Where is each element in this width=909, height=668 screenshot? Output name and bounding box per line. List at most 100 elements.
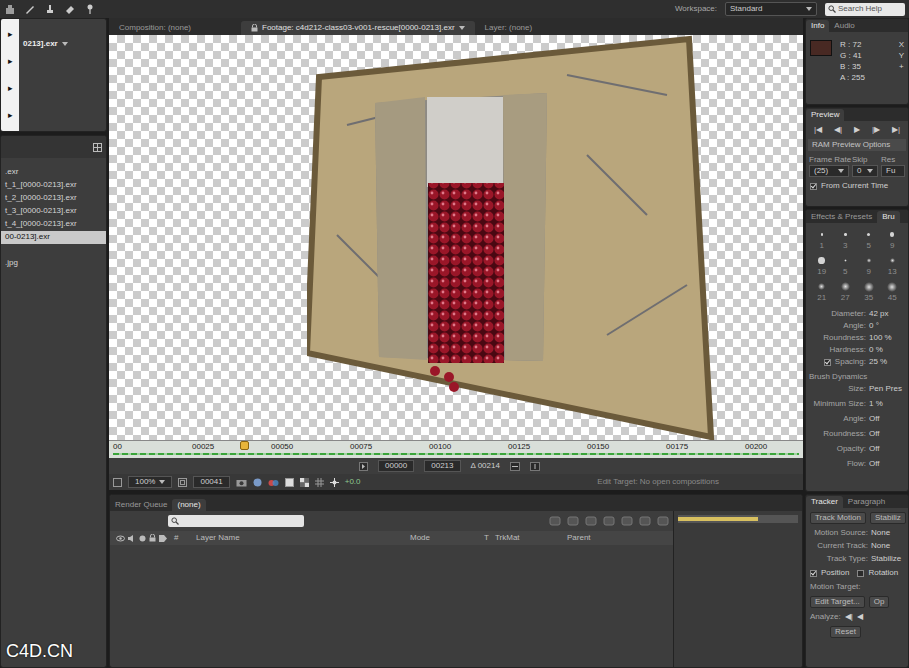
panel-tab[interactable]: Bru <box>877 211 899 223</box>
workspace-dropdown[interactable]: Standard <box>725 2 817 16</box>
analyze-button[interactable]: ◀| <box>845 612 853 622</box>
label-icon[interactable] <box>159 535 167 542</box>
project-item[interactable]: .exr <box>1 166 106 179</box>
project-item[interactable]: 00-0213].exr <box>1 231 106 244</box>
panel-tab[interactable]: (none) <box>172 499 205 511</box>
tracker-option[interactable]: Rotation <box>857 568 898 578</box>
shy-icon[interactable] <box>585 516 597 526</box>
tracker-field-value[interactable]: Stabilize <box>871 554 906 564</box>
project-item[interactable]: t_2_[0000-0213].exr <box>1 192 106 205</box>
eye-icon[interactable] <box>116 535 125 542</box>
brush-tip[interactable]: 9 <box>881 229 905 251</box>
search-help-field[interactable] <box>825 3 905 16</box>
project-item[interactable]: t_3_[0000-0213].exr <box>1 205 106 218</box>
overlay-icon[interactable] <box>530 462 540 471</box>
analyze-button[interactable]: ◀ <box>857 612 863 622</box>
grid-icon[interactable] <box>315 478 324 487</box>
column-header[interactable]: TrkMat <box>495 533 567 543</box>
ripple-icon[interactable] <box>510 462 520 471</box>
panel-grid-icon[interactable] <box>93 143 102 152</box>
graph-editor-icon[interactable] <box>657 516 669 526</box>
menu-arrow[interactable]: ▸ <box>8 110 13 121</box>
always-preview-icon[interactable] <box>113 478 122 487</box>
exposure-value[interactable]: +0.0 <box>345 477 361 487</box>
menu-arrow[interactable]: ▸ <box>8 56 13 67</box>
column-header[interactable]: Parent <box>567 533 627 543</box>
ram-preview-options[interactable]: RAM Preview Options <box>808 139 906 151</box>
transport-button[interactable]: |◀ <box>814 125 822 135</box>
transport-button[interactable]: |▶ <box>872 125 880 135</box>
frame-blend-icon[interactable] <box>603 516 615 526</box>
property-value[interactable]: 0 ° <box>869 321 906 331</box>
transparency-grid-icon[interactable] <box>300 478 309 487</box>
column-header[interactable]: # <box>174 533 196 543</box>
checkbox[interactable] <box>824 359 831 366</box>
project-item[interactable]: t_1_[0000-0213].exr <box>1 179 106 192</box>
panel-tab[interactable]: Preview <box>806 109 844 121</box>
brush-tip[interactable]: 5 <box>857 229 881 251</box>
field-dropdown[interactable]: Fu <box>881 165 905 177</box>
viewer-tab[interactable]: Layer: (none) <box>475 21 803 35</box>
field-dropdown[interactable]: (25) <box>809 165 849 177</box>
layer-search-field[interactable] <box>168 515 304 527</box>
transport-button[interactable]: ▶| <box>892 125 900 135</box>
column-header[interactable]: T <box>484 533 495 543</box>
panel-tab[interactable]: Paragraph <box>843 496 890 508</box>
solo-icon[interactable] <box>139 535 146 542</box>
pin-tool-icon[interactable] <box>84 3 96 15</box>
project-item[interactable]: t_4_[0000-0213].exr <box>1 218 106 231</box>
dropdown-caret-icon[interactable] <box>159 480 165 484</box>
region-icon[interactable] <box>285 478 294 487</box>
dynamic-value[interactable]: Off <box>869 429 906 439</box>
work-area-range[interactable] <box>678 517 758 521</box>
options-button[interactable]: Op <box>869 596 890 608</box>
brush-tip[interactable]: 45 <box>881 281 905 303</box>
brush-tip[interactable]: 13 <box>881 255 905 277</box>
lock-icon[interactable] <box>149 534 156 542</box>
property-value[interactable]: 25 % <box>869 357 906 367</box>
transport-button[interactable]: ▶ <box>854 125 860 135</box>
checkbox[interactable] <box>857 570 864 577</box>
current-frame[interactable]: 00041 <box>193 476 229 488</box>
work-area-bar[interactable] <box>678 515 798 523</box>
brush-tool-icon[interactable] <box>24 3 36 15</box>
exposure-icon[interactable] <box>330 478 339 487</box>
tracker-field-value[interactable]: None <box>871 541 906 551</box>
speaker-icon[interactable] <box>128 535 136 542</box>
panel-tab[interactable]: Audio <box>829 20 859 32</box>
stamp-tool-icon[interactable] <box>44 3 56 15</box>
dynamic-value[interactable]: Off <box>869 414 906 424</box>
tracker-button[interactable]: Track Motion <box>810 512 866 524</box>
in-point[interactable]: 00000 <box>378 460 414 472</box>
footage-viewer[interactable] <box>109 35 803 440</box>
brush-tip[interactable]: 19 <box>810 255 834 277</box>
zoom-dropdown[interactable]: 100% <box>128 476 172 488</box>
snapshot-icon[interactable] <box>236 478 247 487</box>
brush-tip[interactable]: 1 <box>810 229 834 251</box>
show-snapshot-icon[interactable] <box>253 478 262 487</box>
viewer-tab[interactable]: Footage: c4d212-class03-v001-rescue[0000… <box>241 21 475 35</box>
time-ruler[interactable]: 0000025000500007500100001250015000175002… <box>109 440 803 458</box>
dynamic-value[interactable]: Off <box>869 444 906 454</box>
dynamic-value[interactable]: 1 % <box>869 399 906 409</box>
tracker-field-value[interactable]: None <box>871 528 906 538</box>
reset-button[interactable]: Reset <box>830 626 861 638</box>
menu-arrow[interactable]: ▸ <box>8 29 13 40</box>
brush-tip[interactable]: 3 <box>834 229 858 251</box>
panel-tab[interactable]: Info <box>806 20 829 32</box>
footage-name[interactable]: 0213].exr <box>19 19 68 49</box>
property-value[interactable]: 0 % <box>869 345 906 355</box>
motion-blur-icon[interactable] <box>621 516 633 526</box>
eraser-tool-icon[interactable] <box>64 3 76 15</box>
set-in-icon[interactable] <box>359 462 368 471</box>
from-current-time[interactable]: From Current Time <box>806 177 908 191</box>
search-help-input[interactable] <box>838 4 902 14</box>
safe-zones-icon[interactable] <box>178 478 187 487</box>
transport-button[interactable]: ◀| <box>834 125 842 135</box>
brush-tip[interactable]: 27 <box>834 281 858 303</box>
property-value[interactable]: 42 px <box>869 309 906 319</box>
dynamic-value[interactable]: Pen Pres <box>869 384 906 394</box>
panel-tab[interactable]: Tracker <box>806 496 843 508</box>
checkbox[interactable] <box>810 570 817 577</box>
property-value[interactable]: 100 % <box>869 333 906 343</box>
